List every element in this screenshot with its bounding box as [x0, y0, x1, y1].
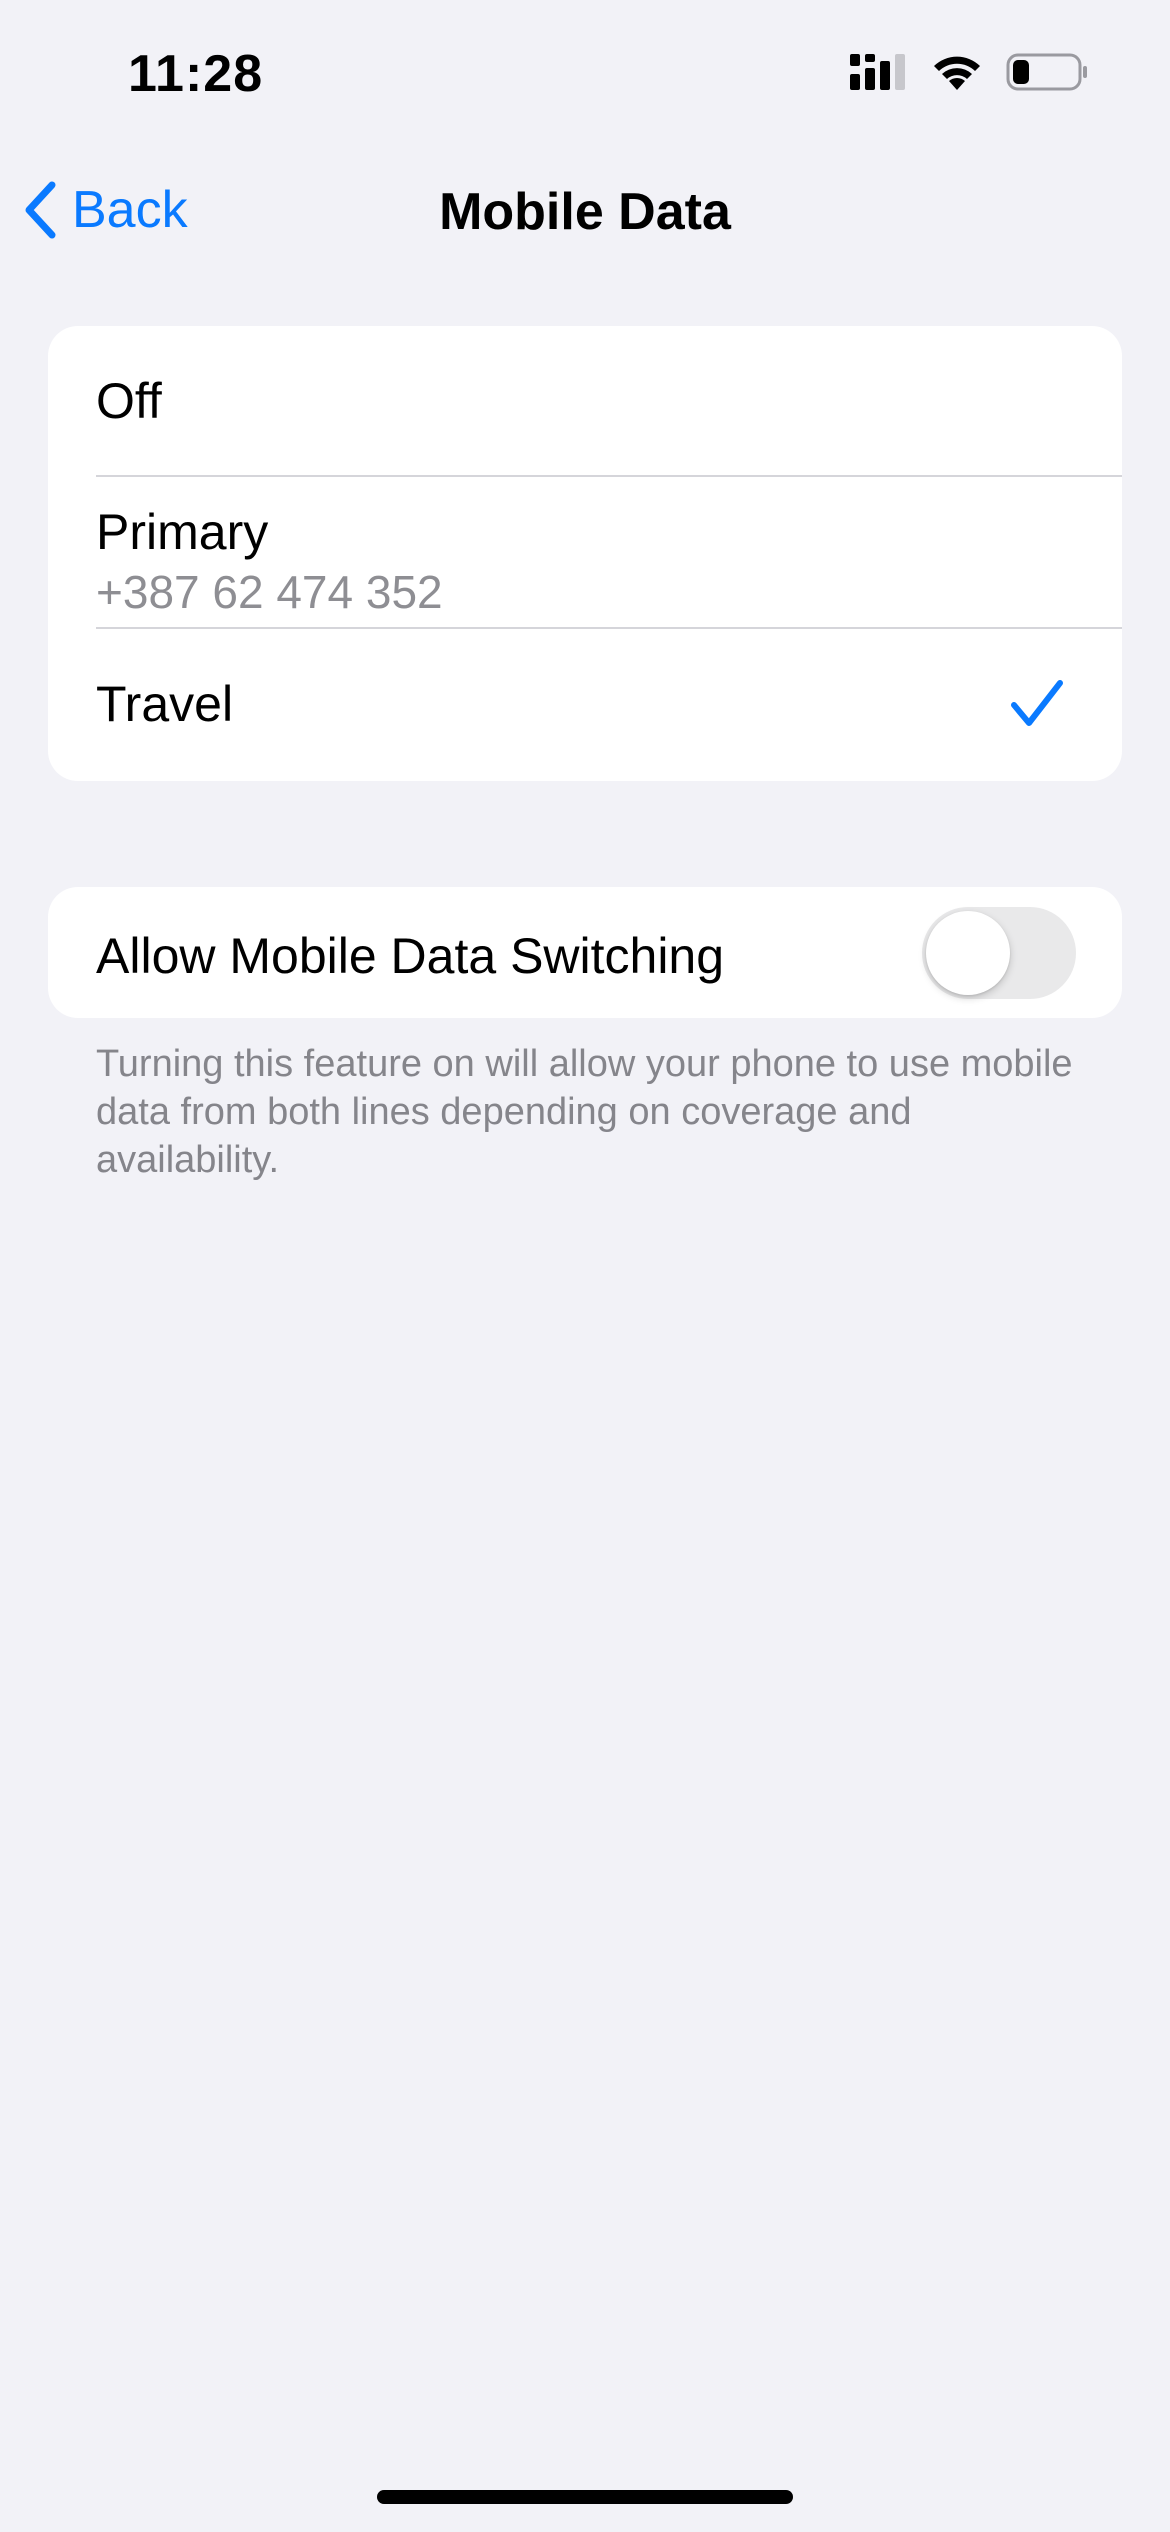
cellular-signal-icon — [850, 54, 905, 90]
battery-icon — [1006, 53, 1087, 91]
primary-phone-number: +387 62 474 352 — [96, 566, 443, 618]
toggle-knob — [926, 911, 1010, 995]
mobile-data-switching-row: Allow Mobile Data Switching — [48, 887, 1122, 1018]
option-off-label: Off — [96, 373, 162, 429]
switching-toggle[interactable] — [922, 907, 1076, 999]
option-travel[interactable]: Travel — [48, 629, 1122, 781]
status-time: 11:28 — [128, 45, 264, 103]
data-line-options: Off Primary +387 62 474 352 Travel — [48, 326, 1122, 781]
page-title: Mobile Data — [439, 183, 731, 241]
navigation-bar: Back Mobile Data — [0, 160, 1170, 260]
wifi-icon — [934, 56, 980, 90]
option-primary-label: Primary — [96, 504, 269, 560]
option-off[interactable]: Off — [48, 326, 1122, 477]
mobile-data-screen: 11:28 Back Mobile Data Off Primary +387 … — [0, 0, 1170, 2532]
option-primary[interactable]: Primary +387 62 474 352 — [48, 477, 1122, 629]
home-indicator[interactable] — [377, 2490, 793, 2504]
switching-label: Allow Mobile Data Switching — [96, 928, 725, 984]
switching-footer-note: Turning this feature on will allow your … — [96, 1043, 1073, 1181]
option-travel-label: Travel — [96, 676, 234, 732]
status-icons — [848, 52, 1090, 92]
checkmark-icon — [1011, 680, 1063, 726]
status-bar: 11:28 — [0, 0, 1170, 150]
